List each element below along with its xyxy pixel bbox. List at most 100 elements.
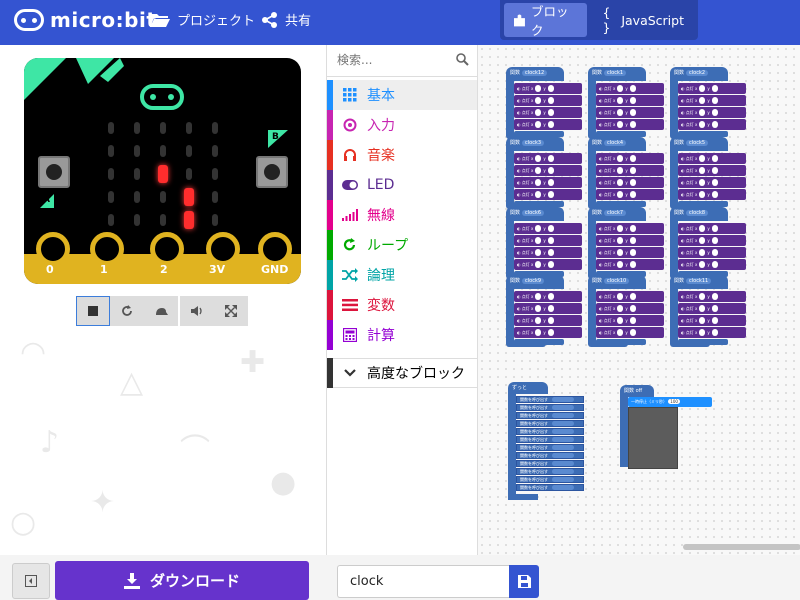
plot-block[interactable]: ◐ 点灯 xy <box>514 165 582 176</box>
plot-block[interactable]: ◐ 点灯 xy <box>678 95 746 106</box>
category-item[interactable]: 入力 <box>327 110 477 140</box>
pin-3v-pad[interactable] <box>206 232 240 266</box>
slowmo-button[interactable] <box>144 296 178 326</box>
plot-block[interactable]: ◐ 点灯 xy <box>514 259 582 270</box>
category-item[interactable]: 基本 <box>327 80 477 110</box>
plot-block[interactable]: ◐ 点灯 xy <box>678 177 746 188</box>
pin-0-pad[interactable] <box>36 232 70 266</box>
plot-block[interactable]: ◐ 点灯 xy <box>596 83 664 94</box>
forever-block[interactable]: ずっと 関数を呼び出す 関数を呼び出す 関数を呼び出す 関数を呼び出す 関数を呼び出す関… <box>508 382 584 502</box>
plot-block[interactable]: ◐ 点灯 xy <box>514 119 582 130</box>
function-block[interactable]: 関数 clock3 ◐ 点灯 x y ◐ 点灯 x y ◐ 点灯 x y ◐ 点灯 xy <box>506 137 582 209</box>
plot-block[interactable]: ◐ 点灯 xy <box>596 119 664 130</box>
function-block[interactable]: 関数 clock12 ◐ 点灯 x y ◐ 点灯 x y ◐ 点灯 x y ◐ 点灯 xy <box>506 67 582 139</box>
search-icon[interactable] <box>456 53 469 66</box>
stop-button[interactable] <box>76 296 110 326</box>
call-function-block[interactable]: 関数を呼び出す <box>516 436 584 443</box>
plot-block[interactable]: ◐ 点灯 xy <box>596 247 664 258</box>
plot-block[interactable]: ◐ 点灯 xy <box>678 247 746 258</box>
pin-label[interactable]: 1 <box>100 263 108 276</box>
share-button[interactable]: 共有 <box>262 10 311 29</box>
plot-block[interactable]: ◐ 点灯 xy <box>678 189 746 200</box>
plot-block[interactable]: ◐ 点灯 xy <box>596 235 664 246</box>
plot-block[interactable]: ◐ 点灯 xy <box>596 107 664 118</box>
category-item[interactable]: ループ <box>327 230 477 260</box>
plot-block[interactable]: ◐ 点灯 xy <box>678 107 746 118</box>
call-function-block[interactable]: 関数を呼び出す <box>516 452 584 459</box>
function-block[interactable]: 関数 clock9 ◐ 点灯 x y ◐ 点灯 x y ◐ 点灯 x y ◐ 点灯 xy <box>506 275 582 347</box>
pin-2-pad[interactable] <box>150 232 184 266</box>
tab-javascript[interactable]: { } JavaScript <box>593 3 694 37</box>
projects-button[interactable]: プロジェクト <box>150 10 255 29</box>
call-function-block[interactable]: 関数を呼び出す <box>516 404 584 411</box>
category-advanced[interactable]: 高度なブロック <box>327 358 477 388</box>
plot-block[interactable]: ◐ 点灯 xy <box>514 291 582 302</box>
function-block[interactable]: 関数 clock10 ◐ 点灯 x y ◐ 点灯 x y ◐ 点灯 x y ◐ 点灯 xy <box>588 275 664 347</box>
category-item[interactable]: 変数 <box>327 290 477 320</box>
plot-block[interactable]: ◐ 点灯 xy <box>678 259 746 270</box>
plot-block[interactable]: ◐ 点灯 xy <box>678 315 746 326</box>
plot-block[interactable]: ◐ 点灯 xy <box>514 247 582 258</box>
plot-block[interactable]: ◐ 点灯 xy <box>596 177 664 188</box>
off-function-block[interactable]: 関数 off 一時停止（ミリ秒） 100 <box>620 385 712 471</box>
function-block[interactable]: 関数 clock7 ◐ 点灯 x y ◐ 点灯 x y ◐ 点灯 x y ◐ 点灯 xy <box>588 207 664 279</box>
plot-block[interactable]: ◐ 点灯 xy <box>514 303 582 314</box>
plot-block[interactable]: ◐ 点灯 xy <box>596 189 664 200</box>
call-function-block[interactable]: 関数を呼び出す <box>516 460 584 467</box>
restart-button[interactable] <box>110 296 144 326</box>
download-button[interactable]: ダウンロード <box>55 561 309 600</box>
tab-blocks[interactable]: ブロック <box>504 3 587 38</box>
pin-label[interactable]: GND <box>261 263 288 276</box>
plot-block[interactable]: ◐ 点灯 xy <box>514 83 582 94</box>
blocks-workspace[interactable]: 関数 clock12 ◐ 点灯 x y ◐ 点灯 x y ◐ 点灯 x y ◐ 点灯 x y 関数 c… <box>477 45 800 555</box>
category-item[interactable]: 無線 <box>327 200 477 230</box>
collapse-simulator-button[interactable] <box>12 563 50 599</box>
function-block[interactable]: 関数 clock5 ◐ 点灯 x y ◐ 点灯 x y ◐ 点灯 x y ◐ 点灯 xy <box>670 137 746 209</box>
microbit-logo[interactable]: micro:bit <box>14 8 156 32</box>
show-leds-block[interactable] <box>628 407 678 469</box>
plot-block[interactable]: ◐ 点灯 xy <box>514 235 582 246</box>
function-block[interactable]: 関数 clock11 ◐ 点灯 x y ◐ 点灯 x y ◐ 点灯 x y ◐ 点灯 xy <box>670 275 746 347</box>
mute-button[interactable] <box>180 296 214 326</box>
plot-block[interactable]: ◐ 点灯 xy <box>514 153 582 164</box>
project-name-input[interactable] <box>337 565 509 598</box>
call-function-block[interactable]: 関数を呼び出す <box>516 412 584 419</box>
button-b[interactable] <box>256 156 288 188</box>
pin-1-pad[interactable] <box>90 232 124 266</box>
plot-block[interactable]: ◐ 点灯 xy <box>678 165 746 176</box>
call-function-block[interactable]: 関数を呼び出す <box>516 420 584 427</box>
save-button[interactable] <box>509 565 539 598</box>
plot-block[interactable]: ◐ 点灯 xy <box>678 235 746 246</box>
function-block[interactable]: 関数 clock6 ◐ 点灯 x y ◐ 点灯 x y ◐ 点灯 x y ◐ 点灯 xy <box>506 207 582 279</box>
search-input[interactable] <box>327 45 439 75</box>
category-item[interactable]: LED <box>327 170 477 200</box>
category-item[interactable]: 計算 <box>327 320 477 350</box>
plot-block[interactable]: ◐ 点灯 xy <box>514 95 582 106</box>
pause-block[interactable]: 一時停止（ミリ秒） 100 <box>628 397 712 407</box>
plot-block[interactable]: ◐ 点灯 xy <box>514 177 582 188</box>
plot-block[interactable]: ◐ 点灯 xy <box>514 107 582 118</box>
plot-block[interactable]: ◐ 点灯 xy <box>678 153 746 164</box>
pin-label[interactable]: 2 <box>160 263 168 276</box>
plot-block[interactable]: ◐ 点灯 xy <box>596 95 664 106</box>
plot-block[interactable]: ◐ 点灯 xy <box>678 223 746 234</box>
call-function-block[interactable]: 関数を呼び出す <box>516 428 584 435</box>
pin-gnd-pad[interactable] <box>258 232 292 266</box>
call-function-block[interactable]: 関数を呼び出す <box>516 396 584 403</box>
workspace-scrollbar[interactable] <box>683 544 800 550</box>
plot-block[interactable]: ◐ 点灯 xy <box>514 223 582 234</box>
pin-label[interactable]: 3V <box>209 263 225 276</box>
call-function-block[interactable]: 関数を呼び出す <box>516 476 584 483</box>
function-block[interactable]: 関数 clock4 ◐ 点灯 x y ◐ 点灯 x y ◐ 点灯 x y ◐ 点灯 xy <box>588 137 664 209</box>
plot-block[interactable]: ◐ 点灯 xy <box>678 327 746 338</box>
plot-block[interactable]: ◐ 点灯 xy <box>596 153 664 164</box>
function-block[interactable]: 関数 clock1 ◐ 点灯 x y ◐ 点灯 x y ◐ 点灯 x y ◐ 点灯 xy <box>588 67 664 139</box>
plot-block[interactable]: ◐ 点灯 xy <box>514 189 582 200</box>
plot-block[interactable]: ◐ 点灯 xy <box>596 291 664 302</box>
plot-block[interactable]: ◐ 点灯 xy <box>678 119 746 130</box>
call-function-block[interactable]: 関数を呼び出す <box>516 468 584 475</box>
button-a[interactable] <box>38 156 70 188</box>
plot-block[interactable]: ◐ 点灯 xy <box>596 315 664 326</box>
call-function-block[interactable]: 関数を呼び出す <box>516 484 584 491</box>
function-block[interactable]: 関数 clock2 ◐ 点灯 x y ◐ 点灯 x y ◐ 点灯 x y ◐ 点灯 xy <box>670 67 746 139</box>
